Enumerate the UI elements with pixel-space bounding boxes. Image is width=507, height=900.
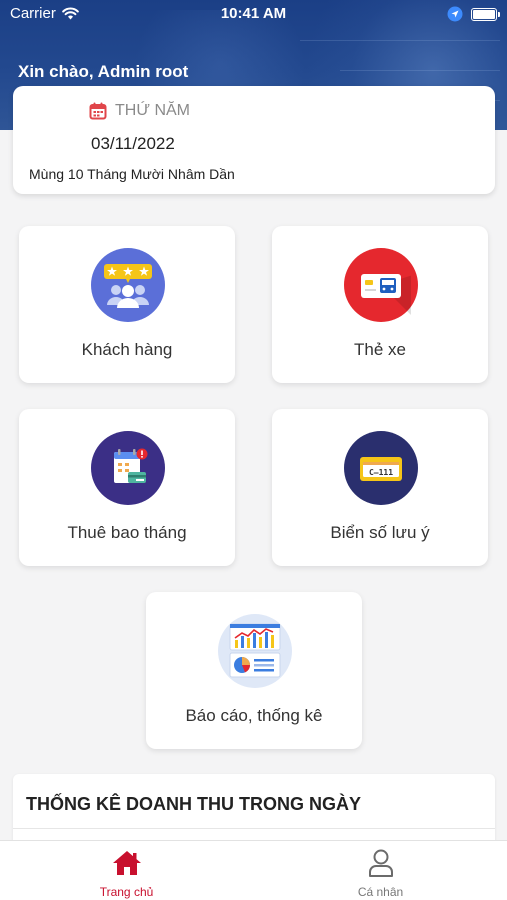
date-label: 03/11/2022 [91,134,175,153]
tab-home-label: Trang chủ [99,885,154,899]
menu-tile-label: Thuê bao tháng [67,523,187,542]
user-icon [368,849,393,877]
menu-tile-reports[interactable]: Báo cáo, thống kê [146,592,362,749]
menu-tile-customers[interactable]: Khách hàng [19,226,235,383]
report-chart-icon [218,614,292,688]
weekday-row: THỨ NĂM [89,102,190,120]
location-arrow-icon [447,6,463,22]
bus-card-icon [344,248,418,322]
date-card: THỨ NĂM 03/11/2022 Mùng 10 Tháng Mười Nh… [13,86,495,194]
customers-rating-icon [91,248,165,322]
clock: 10:41 AM [220,5,287,22]
menu-tile-label: Khách hàng [81,340,173,359]
calendar-icon [89,102,107,120]
menu-tile-label: Thẻ xe [354,340,406,359]
tab-profile-label: Cá nhân [357,885,404,899]
tab-profile[interactable]: Cá nhân [254,841,507,900]
menu-tile-watch-plates[interactable]: C–111 Biển số lưu ý [272,409,488,566]
status-bar: Carrier 10:41 AM [0,0,507,28]
battery-icon [471,7,500,21]
menu-tile-label: Báo cáo, thống kê [185,706,323,725]
svg-text:C–111: C–111 [369,468,393,477]
bottom-tab-bar: Trang chủ Cá nhân [0,840,507,900]
home-icon [112,851,141,875]
revenue-title: THỐNG KÊ DOANH THU TRONG NGÀY [26,794,361,814]
weekday-label: THỨ NĂM [115,102,190,119]
greeting-text: Xin chào, Admin root [18,62,189,81]
menu-tile-vehicle-card[interactable]: Thẻ xe [272,226,488,383]
menu-tile-monthly-subscription[interactable]: Thuê bao tháng [19,409,235,566]
revenue-divider [13,828,495,829]
monthly-calendar-icon [91,431,165,505]
license-plate-icon: C–111 [344,431,418,505]
menu-tile-label: Biển số lưu ý [330,523,430,542]
lunar-date-label: Mùng 10 Tháng Mười Nhâm Dần [29,166,235,182]
tab-home[interactable]: Trang chủ [0,841,253,900]
